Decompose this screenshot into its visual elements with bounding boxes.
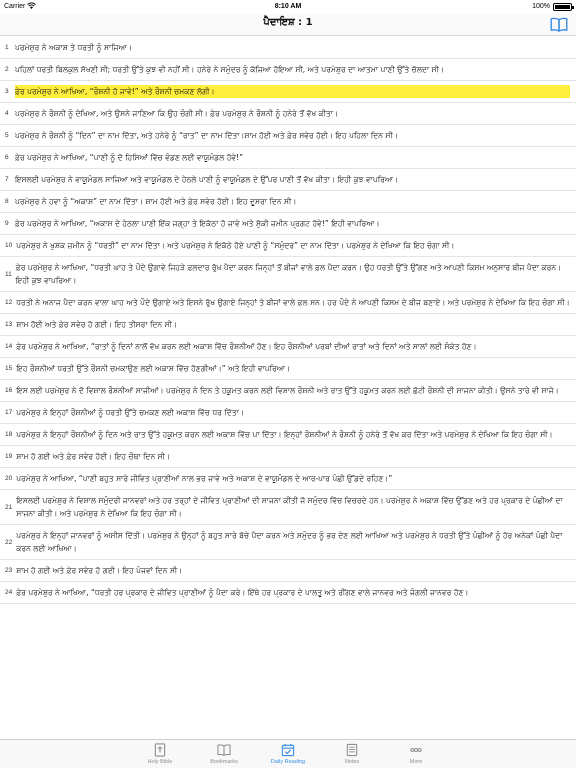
battery-percent: 100% [532, 3, 550, 10]
verse-number: 5 [5, 132, 9, 139]
verse-text: ਪਰਮੇਸ਼ੁਰ ਨੇ ਰੌਸ਼ਨੀ ਨੂੰ ਦੇਖਿਆ, ਅਤੇ ਉਸਨੇ ਜ… [15, 109, 339, 118]
verse-text: ਸ਼ਾਮ ਹੋ ਗਈ ਅਤੇ ਫ਼ੇਰ ਸਵੇਰ ਹੋ ਗਈ। ਇਹ ਪੰਜਵਾ… [16, 566, 183, 575]
verse-row[interactable]: 4 ਪਰਮੇਸ਼ੁਰ ਨੇ ਰੌਸ਼ਨੀ ਨੂੰ ਦੇਖਿਆ, ਅਤੇ ਉਸਨੇ … [0, 103, 576, 125]
battery-icon [553, 3, 574, 11]
verse-number: 3 [5, 88, 9, 95]
verse-number: 24 [5, 589, 13, 596]
verse-text: ਇਸ ਲਈ ਪਰਮੇਸ਼ੁਰ ਨੇ ਦੋ ਵਿਸ਼ਾਲ ਰੌਸ਼ਨੀਆਂ ਸਾਜ… [16, 386, 559, 395]
verse-text: ਇਸਲਈ ਪਰਮੇਸ਼ੁਰ ਨੇ ਵਾਯੂਮੰਡਲ ਸਾਜਿਆ ਅਤੇ ਵਾਯੂ… [15, 175, 399, 184]
verse-text: ਪਰਮੇਸ਼ੁਰ ਨੇ ਇਨ੍ਹਾਂ ਰੌਸ਼ਨੀਆਂ ਨੂੰ ਧਰਤੀ ਉੱਤ… [16, 408, 244, 417]
verse-row[interactable]: 19 ਸ਼ਾਮ ਹੋ ਗਈ ਅਤੇ ਫ਼ੇਰ ਸਵੇਰ ਹੋਈ। ਇਹ ਚੌਥਾ … [0, 446, 576, 468]
verse-text: ਪਰਮੇਸ਼ੁਰ ਨੇ ਇਨ੍ਹਾਂ ਜਾਨਵਰਾਂ ਨੂੰ ਅਸੀਸ ਦਿੱਤ… [16, 531, 563, 553]
verse-row[interactable]: 7 ਇਸਲਈ ਪਰਮੇਸ਼ੁਰ ਨੇ ਵਾਯੂਮੰਡਲ ਸਾਜਿਆ ਅਤੇ ਵਾਯ… [0, 169, 576, 191]
verse-row[interactable]: 13 ਸ਼ਾਮ ਹੋਈ ਅਤੇ ਫ਼ੇਰ ਸਵੇਰ ਹੋ ਗਈ। ਇਹ ਤੀਸਰਾ… [0, 314, 576, 336]
verse-row[interactable]: 6 ਫ਼ੇਰ ਪਰਮੇਸ਼ੁਰ ਨੇ ਆਖਿਆ, “ਪਾਣੀ ਨੂੰ ਦੋ ਹਿਸ… [0, 147, 576, 169]
calendar-check-icon [281, 743, 295, 757]
verse-row[interactable]: 2 ਪਹਿਲਾਂ ਧਰਤੀ ਬਿਲਕੁਲ ਸੱਖਣੀ ਸੀ; ਧਰਤੀ ਉੱਤੇ … [0, 59, 576, 81]
tab-label: Holy Bible [147, 759, 173, 765]
verse-row[interactable]: 9 ਫ਼ੇਰ ਪਰਮੇਸ਼ੁਰ ਨੇ ਆਖਿਆ, “ਅਕਾਸ਼ ਦੇ ਹੇਠਲਾ … [0, 213, 576, 235]
verse-number: 19 [5, 453, 13, 460]
verse-row[interactable]: 1 ਪਰਮੇਸ਼ੁਰ ਨੇ ਅਕਾਸ਼ ਤੇ ਧਰਤੀ ਨੂੰ ਸਾਜਿਆ। [0, 37, 576, 59]
verse-number: 7 [5, 176, 9, 183]
verse-row[interactable]: 16 ਇਸ ਲਈ ਪਰਮੇਸ਼ੁਰ ਨੇ ਦੋ ਵਿਸ਼ਾਲ ਰੌਸ਼ਨੀਆਂ ਸ… [0, 380, 576, 402]
more-icon [410, 748, 422, 752]
verse-row[interactable]: 23 ਸ਼ਾਮ ਹੋ ਗਈ ਅਤੇ ਫ਼ੇਰ ਸਵੇਰ ਹੋ ਗਈ। ਇਹ ਪੰਜ… [0, 560, 576, 582]
verse-row[interactable]: 11 ਫ਼ੇਰ ਪਰਮੇਸ਼ੁਰ ਨੇ ਆਖਿਆ, “ਧਰਤੀ ਘਾਹ ਤੇ ਪੌ… [0, 257, 576, 292]
tab-label: Notes [344, 759, 360, 765]
verse-list[interactable]: 1 ਪਰਮੇਸ਼ੁਰ ਨੇ ਅਕਾਸ਼ ਤੇ ਧਰਤੀ ਨੂੰ ਸਾਜਿਆ। 2 ਪਹ… [0, 37, 576, 739]
verse-text: ਇਸਲਈ ਪਰਮੇਸ਼ੁਰ ਨੇ ਵਿਸ਼ਾਲ ਸਮੁੰਦਰੀ ਜਾਨਵਰਾਂ … [16, 496, 563, 518]
tab-bar: Holy Bible Bookmarks Daily Reading Notes Mor… [0, 739, 576, 768]
open-book-icon[interactable] [550, 17, 568, 32]
verse-number: 8 [5, 198, 9, 205]
verse-number: 1 [5, 44, 9, 51]
verse-text: ਪਰਮੇਸ਼ੁਰ ਨੇ ਇਨ੍ਹਾਂ ਰੌਸ਼ਨੀਆਂ ਨੂੰ ਦਿਨ ਅਤੇ … [16, 430, 553, 439]
verse-row[interactable]: 15 ਇਹ ਰੌਸ਼ਨੀਆਂ ਧਰਤੀ ਉੱਤੇ ਰੌਸ਼ਨੀ ਚਮਕਾਉਣ ਲਈ… [0, 358, 576, 380]
verse-row[interactable]: 18 ਪਰਮੇਸ਼ੁਰ ਨੇ ਇਨ੍ਹਾਂ ਰੌਸ਼ਨੀਆਂ ਨੂੰ ਦਿਨ ਅਤ… [0, 424, 576, 446]
bookmarks-icon [217, 744, 231, 757]
verse-text: ਪਰਮੇਸ਼ੁਰ ਨੇ ਰੌਸ਼ਨੀ ਨੂੰ “ਦਿਨ” ਦਾ ਨਾਮ ਦਿੱਤ… [15, 131, 398, 140]
verse-row[interactable]: 5 ਪਰਮੇਸ਼ੁਰ ਨੇ ਰੌਸ਼ਨੀ ਨੂੰ “ਦਿਨ” ਦਾ ਨਾਮ ਦਿੱ… [0, 125, 576, 147]
verse-row[interactable]: 8 ਪਰਮੇਸ਼ੁਰ ਨੇ ਹਵਾ ਨੂੰ “ਅਕਾਸ਼” ਦਾ ਨਾਮ ਦਿੱਤ… [0, 191, 576, 213]
verse-number: 12 [5, 299, 13, 306]
verse-row[interactable]: 10 ਪਰਮੇਸ਼ੁਰ ਨੇ ਖੁਸ਼ਕ ਜ਼ਮੀਨ ਨੂੰ “ਧਰਤੀ” ਦਾ … [0, 235, 576, 257]
tab-bookmarks[interactable]: Bookmarks [196, 740, 252, 768]
verse-number: 14 [5, 343, 13, 350]
verse-number: 17 [5, 409, 13, 416]
tab-label: Daily Reading [270, 759, 306, 765]
verse-row[interactable]: 3 ਫ਼ੇਰ ਪਰਮੇਸ਼ੁਰ ਨੇ ਆਖਿਆ, “ਰੌਸ਼ਨੀ ਹੋ ਜਾਵੇ!… [0, 81, 576, 103]
verse-number: 13 [5, 321, 13, 328]
verse-number: 6 [5, 154, 9, 161]
verse-number: 11 [5, 270, 12, 278]
verse-text: ਫ਼ੇਰ ਪਰਮੇਸ਼ੁਰ ਨੇ ਆਖਿਆ, “ਰਾਤਾਂ ਨੂੰ ਦਿਨਾਂ … [16, 342, 477, 351]
verse-number: 16 [5, 387, 13, 394]
verse-text: ਇਹ ਰੌਸ਼ਨੀਆਂ ਧਰਤੀ ਉੱਤੇ ਰੌਸ਼ਨੀ ਚਮਕਾਉਣ ਲਈ ਅ… [16, 364, 291, 373]
verse-text: ਧਰਤੀ ਨੇ ਅਨਾਜ ਪੈਦਾ ਕਰਨ ਵਾਲਾ ਘਾਹ ਅਤੇ ਪੌਦੇ … [16, 298, 570, 307]
verse-row[interactable]: 12 ਧਰਤੀ ਨੇ ਅਨਾਜ ਪੈਦਾ ਕਰਨ ਵਾਲਾ ਘਾਹ ਅਤੇ ਪੌਦ… [0, 292, 576, 314]
verse-number: 4 [5, 110, 9, 117]
verse-row[interactable]: 21 ਇਸਲਈ ਪਰਮੇਸ਼ੁਰ ਨੇ ਵਿਸ਼ਾਲ ਸਮੁੰਦਰੀ ਜਾਨਵਰਾ… [0, 490, 576, 525]
verse-number: 21 [5, 503, 13, 511]
verse-number: 23 [5, 567, 13, 574]
verse-number: 2 [5, 66, 9, 73]
verse-text: ਪਰਮੇਸ਼ੁਰ ਨੇ ਖੁਸ਼ਕ ਜ਼ਮੀਨ ਨੂੰ “ਧਰਤੀ” ਦਾ ਨਾ… [16, 241, 455, 250]
verse-number: 18 [5, 431, 13, 438]
verse-number: 20 [5, 475, 13, 482]
verse-text: ਪਰਮੇਸ਼ੁਰ ਨੇ ਅਕਾਸ਼ ਤੇ ਧਰਤੀ ਨੂੰ ਸਾਜਿਆ। [15, 43, 132, 52]
verse-text-highlighted: ਫ਼ੇਰ ਪਰਮੇਸ਼ੁਰ ਨੇ ਆਖਿਆ, “ਰੌਸ਼ਨੀ ਹੋ ਜਾਵੇ!”… [15, 85, 570, 98]
status-bar: Carrier 8:10 AM 100% [0, 0, 576, 14]
navigation-bar: ਪੈਦਾਇਸ਼ : 1 [0, 14, 576, 36]
notes-icon [346, 743, 358, 757]
tab-more[interactable]: More [388, 740, 444, 768]
verse-text: ਫ਼ੇਰ ਪਰਮੇਸ਼ੁਰ ਨੇ ਆਖਿਆ, “ਅਕਾਸ਼ ਦੇ ਹੇਠਲਾ ਪ… [15, 219, 380, 228]
tab-label: Bookmarks [210, 759, 238, 765]
verse-text: ਫ਼ੇਰ ਪਰਮੇਸ਼ੁਰ ਨੇ ਆਖਿਆ, “ਧਰਤੀ ਘਾਹ ਤੇ ਪੌਦੇ… [15, 263, 562, 285]
verse-text: ਪਰਮੇਸ਼ੁਰ ਨੇ ਆਖਿਆ, “ਪਾਣੀ ਬਹੁਤ ਸਾਰੇ ਜੀਵਿਤ … [16, 474, 393, 483]
tab-holy-bible[interactable]: Holy Bible [132, 740, 188, 768]
verse-number: 10 [5, 242, 13, 249]
verse-row[interactable]: 24 ਫ਼ੇਰ ਪਰਮੇਸ਼ੁਰ ਨੇ ਆਖਿਆ, “ਧਰਤੀ ਹਰ ਪ੍ਰਕਾਰ… [0, 582, 576, 604]
verse-text: ਪਰਮੇਸ਼ੁਰ ਨੇ ਹਵਾ ਨੂੰ “ਅਕਾਸ਼” ਦਾ ਨਾਮ ਦਿੱਤਾ… [15, 197, 297, 206]
verse-text: ਪਹਿਲਾਂ ਧਰਤੀ ਬਿਲਕੁਲ ਸੱਖਣੀ ਸੀ; ਧਰਤੀ ਉੱਤੇ ਕ… [15, 65, 444, 74]
verse-row[interactable]: 14 ਫ਼ੇਰ ਪਰਮੇਸ਼ੁਰ ਨੇ ਆਖਿਆ, “ਰਾਤਾਂ ਨੂੰ ਦਿਨਾ… [0, 336, 576, 358]
status-time: 8:10 AM [274, 3, 302, 10]
verse-text: ਸ਼ਾਮ ਹੋਈ ਅਤੇ ਫ਼ੇਰ ਸਵੇਰ ਹੋ ਗਈ। ਇਹ ਤੀਸਰਾ ਦ… [16, 320, 178, 329]
bible-icon [154, 743, 166, 757]
verse-number: 22 [5, 538, 13, 546]
chapter-title: ਪੈਦਾਇਸ਼ : 1 [263, 17, 313, 28]
tab-daily-reading[interactable]: Daily Reading [260, 740, 316, 768]
verse-text: ਫ਼ੇਰ ਪਰਮੇਸ਼ੁਰ ਨੇ ਆਖਿਆ, “ਪਾਣੀ ਨੂੰ ਦੋ ਹਿਸਿ… [15, 153, 244, 162]
verse-text: ਸ਼ਾਮ ਹੋ ਗਈ ਅਤੇ ਫ਼ੇਰ ਸਵੇਰ ਹੋਈ। ਇਹ ਚੌਥਾ ਦਿ… [16, 452, 171, 461]
verse-number: 9 [5, 220, 9, 227]
verse-row[interactable]: 20 ਪਰਮੇਸ਼ੁਰ ਨੇ ਆਖਿਆ, “ਪਾਣੀ ਬਹੁਤ ਸਾਰੇ ਜੀਵਿ… [0, 468, 576, 490]
verse-text: ਫ਼ੇਰ ਪਰਮੇਸ਼ੁਰ ਨੇ ਆਖਿਆ, “ਧਰਤੀ ਹਰ ਪ੍ਰਕਾਰ ਦ… [16, 588, 469, 597]
tab-label: More [409, 759, 423, 765]
tab-notes[interactable]: Notes [324, 740, 380, 768]
verse-row[interactable]: 17 ਪਰਮੇਸ਼ੁਰ ਨੇ ਇਨ੍ਹਾਂ ਰੌਸ਼ਨੀਆਂ ਨੂੰ ਧਰਤੀ ਉ… [0, 402, 576, 424]
verse-number: 15 [5, 365, 13, 372]
verse-row[interactable]: 22 ਪਰਮੇਸ਼ੁਰ ਨੇ ਇਨ੍ਹਾਂ ਜਾਨਵਰਾਂ ਨੂੰ ਅਸੀਸ ਦਿ… [0, 525, 576, 560]
